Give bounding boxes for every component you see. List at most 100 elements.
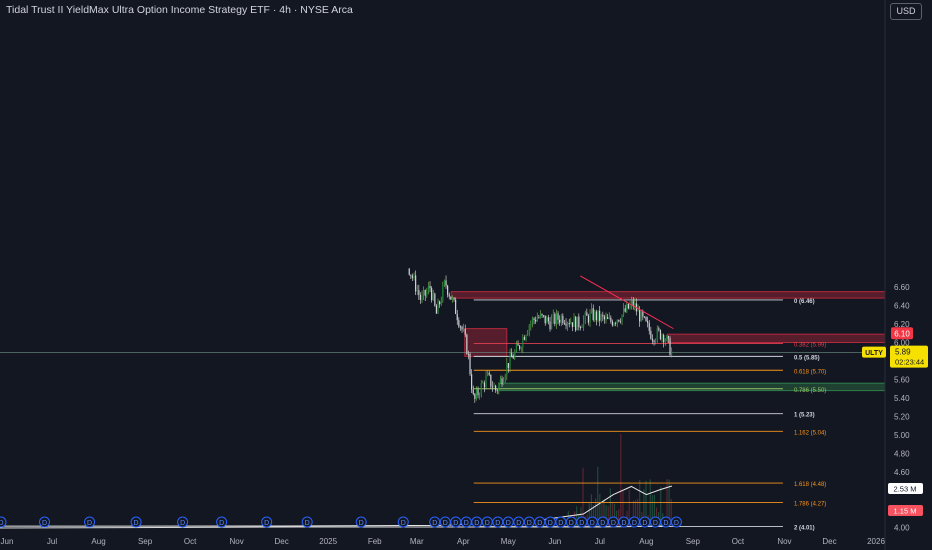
candle-body	[600, 314, 602, 321]
x-tick-label: Nov	[777, 537, 791, 546]
candle-body	[570, 322, 572, 324]
dividend-marker-label: D	[506, 520, 511, 527]
candle-body	[442, 285, 444, 301]
fib-label-4: 0.786 (5.50)	[794, 388, 826, 394]
candle-body	[483, 382, 486, 388]
zone-supply-1	[464, 328, 508, 357]
candle-body	[563, 322, 566, 324]
y-tick-label: 5.40	[894, 394, 910, 403]
candle-body	[413, 275, 415, 279]
candle-body	[619, 321, 622, 323]
x-tick-label: Jun	[548, 537, 561, 546]
candle-body	[431, 288, 433, 301]
candle-body	[656, 328, 658, 341]
candle-body	[650, 330, 652, 339]
dividend-marker-label: D	[87, 520, 92, 527]
candle-body	[515, 344, 518, 352]
candle-body	[621, 314, 623, 322]
dividend-marker-label: D	[590, 520, 595, 527]
fib-label-0: 0 (6.46)	[794, 299, 815, 305]
x-tick-label: Apr	[457, 537, 470, 546]
y-tick-label: 6.40	[894, 302, 910, 311]
zone-supply-2	[666, 333, 886, 343]
dividend-marker-label: D	[305, 520, 310, 527]
currency-button[interactable]: USD	[890, 3, 922, 20]
candle-body	[624, 308, 626, 312]
fib-label-3: 0.618 (5.70)	[794, 369, 826, 375]
candle-body	[472, 389, 474, 394]
chart-title: Tidal Trust II YieldMax Ultra Option Inc…	[6, 4, 353, 16]
candle-body	[587, 315, 590, 323]
candle-body	[669, 338, 671, 356]
dividend-marker-label: D	[474, 520, 479, 527]
dividend-marker-label: D	[537, 520, 542, 527]
candle-body	[456, 313, 458, 321]
y-tick-label: 5.00	[894, 431, 910, 440]
dividend-marker-label: D	[558, 520, 563, 527]
dividend-marker-label: D	[653, 520, 658, 527]
candle-body	[528, 325, 530, 332]
dividend-marker-label: D	[180, 520, 185, 527]
zone-supply-0	[450, 291, 886, 299]
candle-body	[599, 310, 601, 321]
candle-body	[559, 319, 561, 323]
dividend-marker-label: D	[453, 520, 458, 527]
candle-body	[589, 312, 591, 323]
candle-body	[453, 297, 455, 300]
candle-body	[611, 321, 614, 326]
x-tick-label: Sep	[686, 537, 701, 546]
price-chart[interactable]: 0 (6.46) 0.382 (5.99) 0.5 (5.85) 0.618 (5.7…	[0, 0, 932, 550]
candle-body	[435, 305, 438, 314]
x-tick-label: Jun	[1, 537, 14, 546]
x-tick-label: Nov	[230, 537, 244, 546]
y-tick-label: 4.00	[894, 524, 910, 533]
candle-body	[663, 334, 665, 343]
countdown-label: 02:23:44	[895, 358, 924, 367]
candle-body	[535, 319, 537, 322]
candle-body	[493, 385, 495, 388]
last-price-label: 5.89	[895, 348, 911, 357]
candle-body	[415, 275, 417, 292]
candle-body	[410, 274, 412, 276]
candle-body	[555, 313, 558, 325]
candle-body	[667, 336, 670, 339]
candle-body	[547, 317, 550, 322]
y-tick-label: 6.60	[894, 283, 910, 292]
dividend-marker-label: D	[401, 520, 406, 527]
fib-label-7: 1.618 (4.48)	[794, 482, 826, 488]
candle-body	[509, 353, 511, 369]
candle-body	[571, 322, 574, 328]
candle-body	[463, 329, 465, 330]
candle-body	[643, 316, 646, 318]
candle-body	[523, 337, 526, 340]
candle-body	[603, 316, 606, 320]
candle-body	[543, 315, 545, 317]
candle-body	[520, 347, 522, 349]
dividend-marker-label: D	[663, 520, 668, 527]
candle-body	[607, 317, 609, 319]
zone-demand-3	[498, 382, 886, 392]
red-price-label: 6.10	[894, 329, 910, 338]
candle-body	[592, 308, 594, 320]
candle-body	[522, 337, 524, 348]
candle-body	[549, 321, 551, 330]
candle-body	[418, 290, 420, 296]
fib-label-5: 1 (5.23)	[794, 413, 815, 419]
candle-body	[613, 323, 615, 326]
candle-body	[573, 316, 575, 328]
candle-body	[653, 340, 655, 343]
dividend-marker-label: D	[42, 520, 47, 527]
candle-body	[618, 319, 620, 322]
x-tick-label: Aug	[639, 537, 653, 546]
candle-body	[560, 315, 562, 323]
dividend-marker-label: D	[569, 520, 574, 527]
candle-body	[429, 286, 431, 289]
chart-root[interactable]: 0 (6.46) 0.382 (5.99) 0.5 (5.85) 0.618 (5.7…	[0, 0, 932, 550]
dividend-marker-label: D	[443, 520, 448, 527]
candle-body	[647, 321, 649, 323]
candle-body	[538, 317, 540, 319]
x-tick-label: 2025	[319, 537, 337, 546]
fib-label-1: 0.382 (5.99)	[794, 342, 826, 348]
candle-body	[595, 311, 598, 321]
candle-body	[605, 317, 607, 320]
